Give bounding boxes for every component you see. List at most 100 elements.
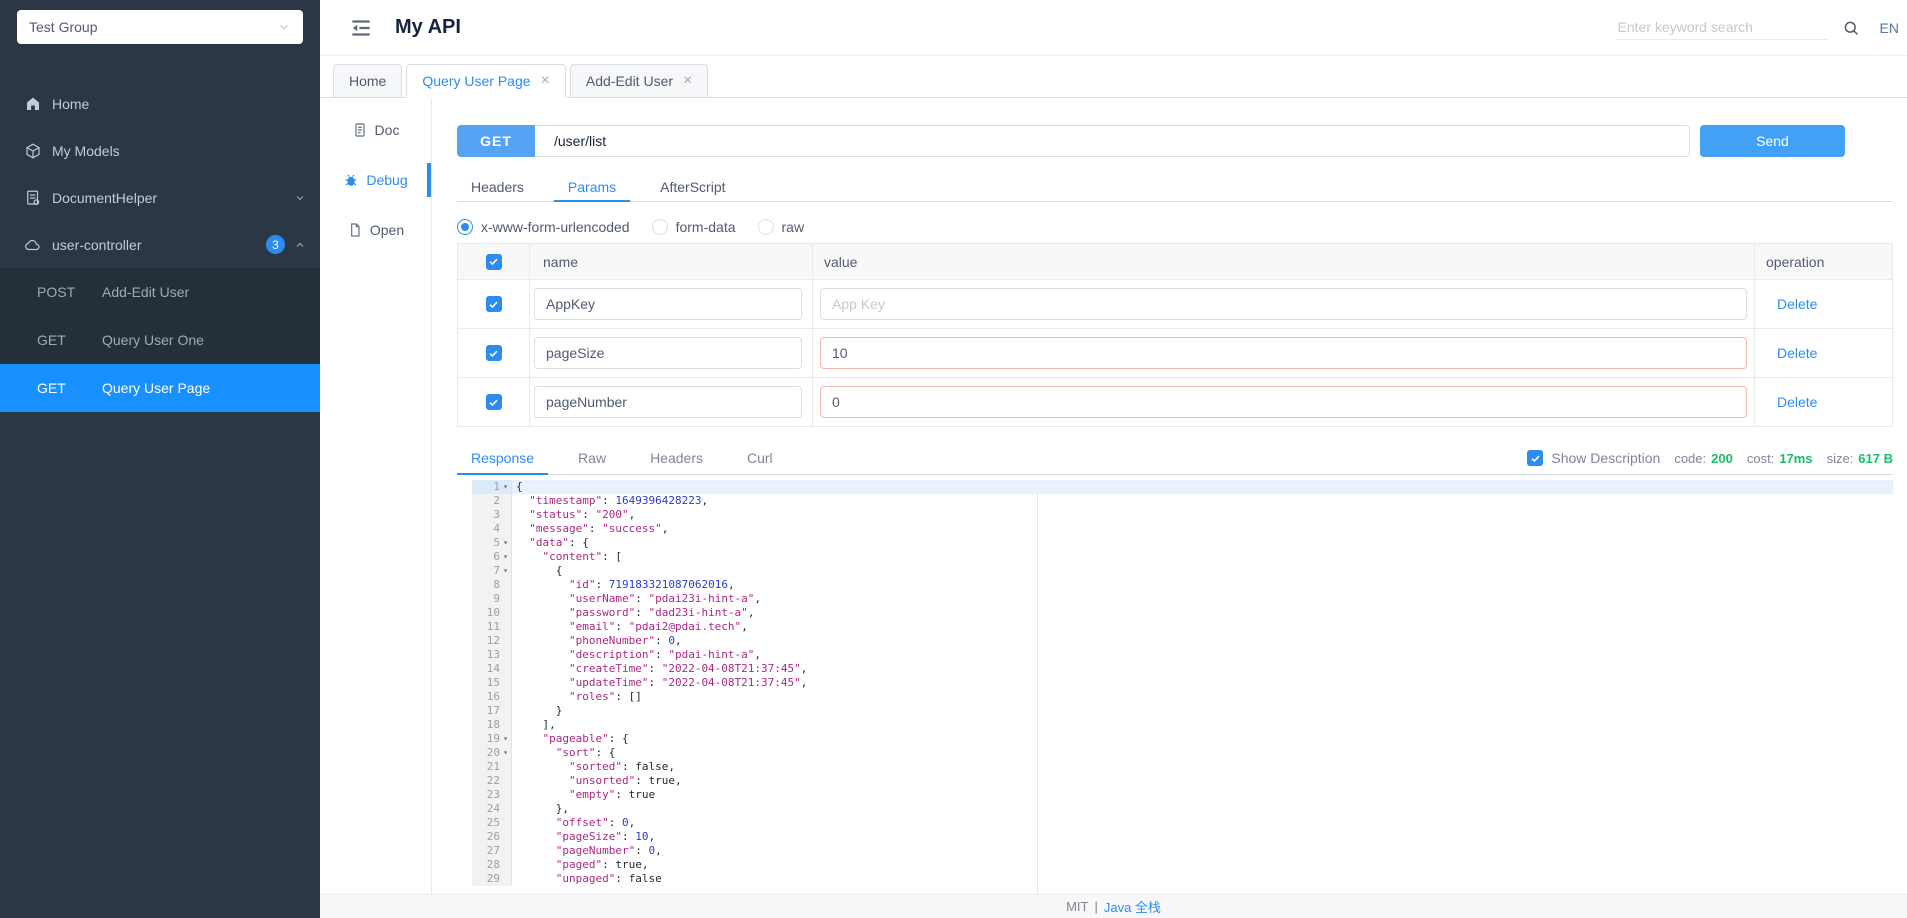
footer: MIT | Java 全栈 — [320, 894, 1907, 918]
language-switch[interactable]: EN — [1880, 20, 1899, 36]
editor-line: 4 "message": "success", — [472, 522, 1893, 536]
sidebar-subitem-query-user-page[interactable]: GET Query User Page — [0, 364, 320, 412]
footer-divider: | — [1094, 899, 1097, 914]
delete-row-link[interactable]: Delete — [1777, 345, 1817, 361]
tab-response-headers[interactable]: Headers — [636, 442, 717, 474]
editor-line: 26 "pageSize": 10, — [472, 830, 1893, 844]
radio-form-data[interactable]: form-data — [652, 219, 736, 235]
sidebar-item-user-controller[interactable]: user-controller 3 — [0, 221, 320, 268]
search-icon[interactable] — [1842, 19, 1860, 37]
sidebar-subitem-add-edit-user[interactable]: POST Add-Edit User — [0, 268, 320, 316]
tab-raw[interactable]: Raw — [564, 442, 620, 474]
param-name-input[interactable] — [534, 386, 802, 418]
param-name-input[interactable] — [534, 288, 802, 320]
table-header-row: name value operation — [458, 244, 1892, 279]
param-name-input[interactable] — [534, 337, 802, 369]
sidebar-item-my-models[interactable]: My Models — [0, 127, 320, 174]
editor-line: 9 "userName": "pdai23i-hint-a", — [472, 592, 1893, 606]
footer-link[interactable]: Java 全栈 — [1104, 897, 1161, 916]
nav-item-debug[interactable]: Debug — [320, 155, 431, 205]
fold-arrow-icon[interactable]: ▾ — [500, 550, 511, 564]
delete-row-link[interactable]: Delete — [1777, 394, 1817, 410]
fold-arrow-icon[interactable]: ▾ — [500, 564, 511, 578]
sidebar-item-label: DocumentHelper — [52, 190, 157, 206]
tab-headers[interactable]: Headers — [457, 172, 538, 201]
document-helper-icon — [24, 189, 42, 207]
group-select[interactable]: Test Group — [17, 10, 303, 44]
sidebar-item-home[interactable]: Home — [0, 80, 320, 127]
fold-arrow-icon[interactable]: ▾ — [500, 536, 511, 550]
params-table: name value operation Delete — [457, 243, 1893, 427]
body-type-options: x-www-form-urlencoded form-data raw — [457, 219, 1893, 235]
tab-add-edit-user[interactable]: Add-Edit User × — [570, 64, 709, 98]
chevron-down-icon — [277, 20, 291, 34]
fold-arrow-icon[interactable]: ▾ — [500, 480, 511, 494]
app-root: Test Group Home My Models — [0, 0, 1907, 918]
row-checkbox[interactable] — [486, 296, 502, 312]
close-icon[interactable]: × — [541, 73, 550, 89]
editor-lines: 1▾{2 "timestamp": 1649396428223,3 "statu… — [472, 480, 1893, 886]
request-url-input[interactable] — [535, 125, 1690, 157]
editor-line: 7▾ { — [472, 564, 1893, 578]
controller-icon — [24, 236, 42, 254]
code-label: code: — [1674, 451, 1706, 466]
row-checkbox[interactable] — [486, 345, 502, 361]
select-all-checkbox[interactable] — [486, 254, 502, 270]
row-checkbox[interactable] — [486, 394, 502, 410]
editor-line: 6▾ "content": [ — [472, 550, 1893, 564]
send-button[interactable]: Send — [1700, 125, 1845, 157]
editor-line: 22 "unsorted": true, — [472, 774, 1893, 788]
column-header-value: value — [824, 254, 857, 270]
column-header-name: name — [543, 254, 578, 270]
cost-label: cost: — [1747, 451, 1774, 466]
editor-line: 1▾{ — [472, 480, 1893, 494]
close-icon[interactable]: × — [683, 73, 692, 89]
sidebar-item-document-helper[interactable]: DocumentHelper — [0, 174, 320, 221]
param-value-input[interactable] — [820, 386, 1747, 418]
sidebar-subitem-query-user-one[interactable]: GET Query User One — [0, 316, 320, 364]
editor-line: 23 "empty": true — [472, 788, 1893, 802]
tab-label: Home — [349, 73, 386, 89]
radio-icon — [457, 219, 473, 235]
table-row: Delete — [458, 328, 1892, 377]
fold-arrow-icon[interactable]: ▾ — [500, 732, 511, 746]
menu-collapse-icon[interactable] — [348, 15, 374, 41]
request-row: GET Send — [457, 125, 1845, 157]
page-title: My API — [395, 16, 461, 39]
group-select-value: Test Group — [29, 19, 97, 35]
radio-raw[interactable]: raw — [758, 219, 805, 235]
home-icon — [24, 95, 42, 113]
response-json-editor[interactable]: 1▾{2 "timestamp": 1649396428223,3 "statu… — [472, 480, 1893, 894]
tab-curl[interactable]: Curl — [733, 442, 787, 474]
nav-item-label: Doc — [375, 122, 400, 138]
fold-arrow-icon[interactable]: ▾ — [500, 746, 511, 760]
tab-query-user-page[interactable]: Query User Page × — [406, 64, 566, 98]
work-area: Doc Debug Open GET — [320, 98, 1907, 894]
show-description-checkbox[interactable] — [1527, 450, 1543, 466]
open-tabs-bar: Home Query User Page × Add-Edit User × — [320, 55, 1907, 98]
tab-response[interactable]: Response — [457, 442, 548, 474]
delete-row-link[interactable]: Delete — [1777, 296, 1817, 312]
size-label: size: — [1827, 451, 1854, 466]
tab-afterscript[interactable]: AfterScript — [646, 172, 739, 201]
radio-label: x-www-form-urlencoded — [481, 219, 630, 235]
debug-panel: GET Send Headers Params AfterScript x-ww… — [432, 98, 1907, 894]
nav-item-open[interactable]: Open — [320, 205, 431, 255]
count-badge: 3 — [266, 235, 285, 254]
table-row: Delete — [458, 279, 1892, 328]
main-pane: My API EN Home Query User Page × Add-Edi… — [320, 0, 1907, 918]
editor-line: 11 "email": "pdai2@pdai.tech", — [472, 620, 1893, 634]
radio-x-www-form-urlencoded[interactable]: x-www-form-urlencoded — [457, 219, 630, 235]
nav-item-doc[interactable]: Doc — [320, 105, 431, 155]
doc-icon — [352, 122, 368, 138]
param-value-input[interactable] — [820, 337, 1747, 369]
editor-line: 19▾ "pageable": { — [472, 732, 1893, 746]
sidebar-menu: Home My Models DocumentHelper — [0, 80, 320, 412]
top-header: My API EN — [320, 0, 1907, 55]
param-value-input[interactable] — [820, 288, 1747, 320]
tab-params[interactable]: Params — [554, 172, 630, 201]
radio-icon — [652, 219, 668, 235]
size-value: 617 B — [1858, 451, 1893, 466]
search-input[interactable] — [1616, 15, 1828, 40]
tab-home[interactable]: Home — [333, 64, 402, 98]
